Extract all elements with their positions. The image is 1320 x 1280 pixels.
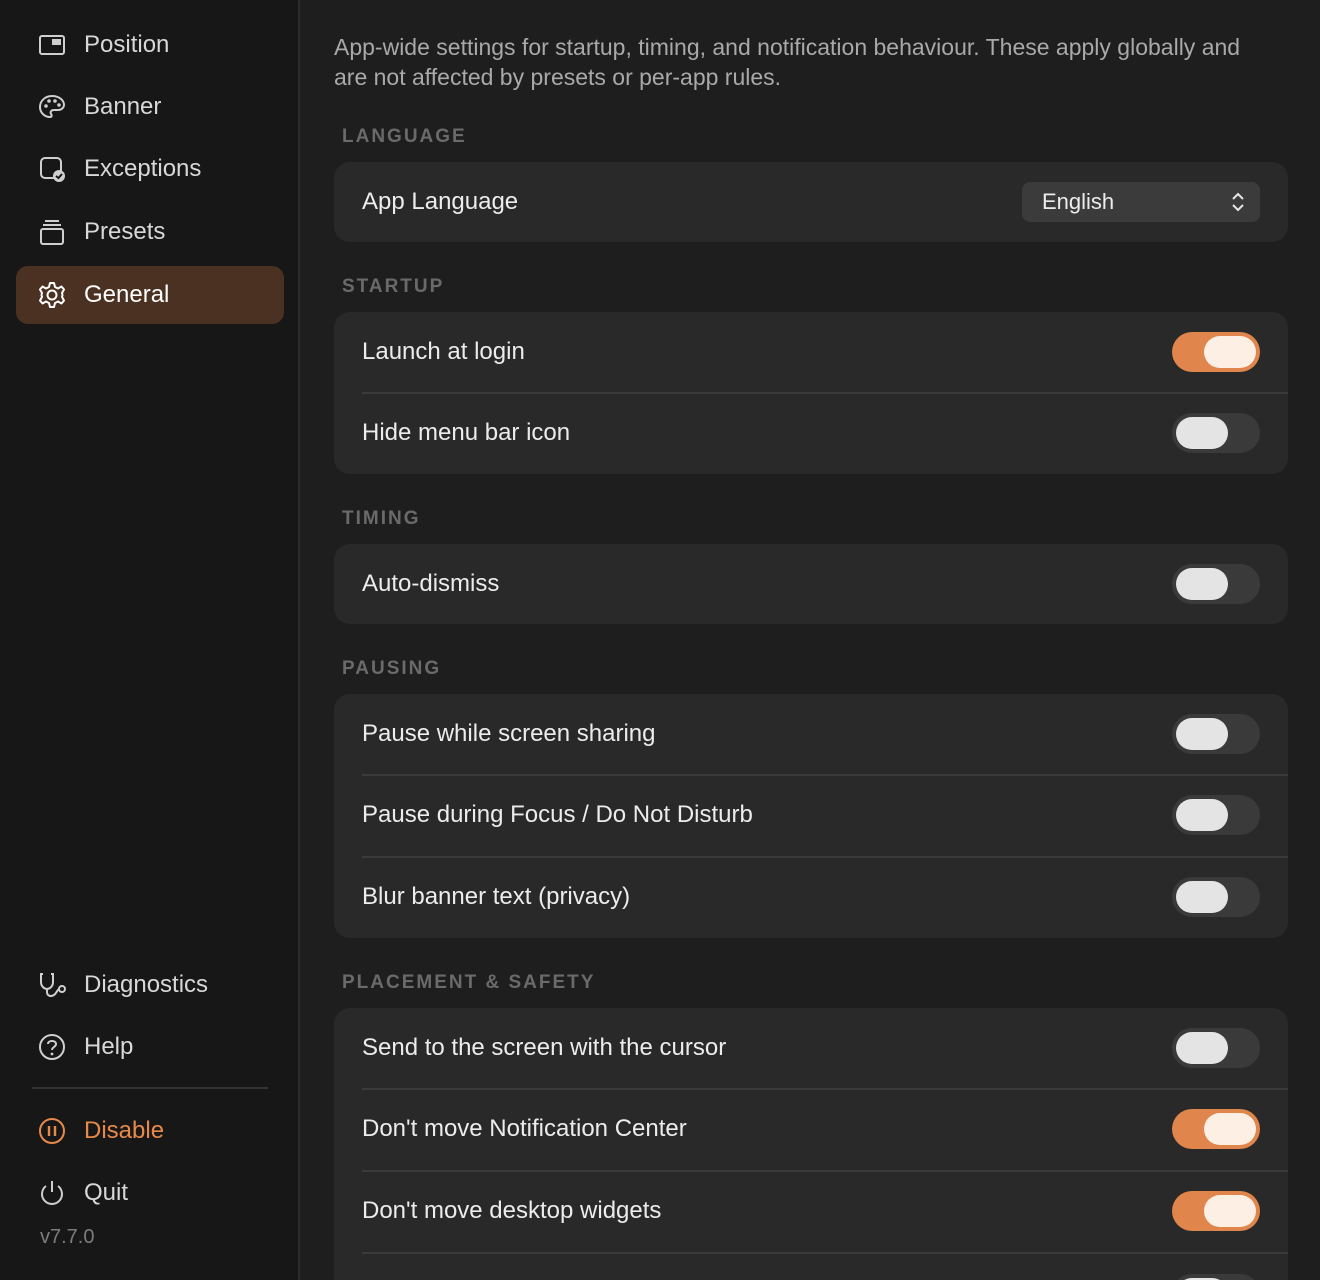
- sidebar-item-position[interactable]: Position: [16, 16, 284, 74]
- sidebar-item-label: Exceptions: [84, 155, 202, 182]
- sidebar-item-quit[interactable]: Quit: [16, 1164, 284, 1222]
- sidebar-item-label: General: [84, 281, 170, 308]
- section-title-timing: TIMING: [342, 508, 421, 529]
- stack-icon: [36, 216, 68, 248]
- app-language-label: App Language: [362, 188, 519, 215]
- toggle-knob: [1176, 881, 1228, 913]
- timing-card: Auto-dismiss: [334, 544, 1288, 624]
- dont-move-desktop-widgets-label: Don't move desktop widgets: [362, 1197, 662, 1224]
- settings-row-partial: [334, 1252, 1288, 1280]
- settings-row: Pause while screen sharing: [334, 694, 1288, 774]
- pause-icon: [36, 1115, 68, 1147]
- exceptions-icon: [36, 153, 68, 185]
- placement-safety-card: Send to the screen with the cursor Don't…: [334, 1008, 1288, 1280]
- sidebar-divider: [32, 1087, 268, 1089]
- settings-row: Don't move Notification Center: [334, 1088, 1288, 1170]
- window-position-icon: [36, 29, 68, 61]
- language-card: App Language English: [334, 162, 1288, 242]
- toggle-knob: [1176, 417, 1228, 449]
- dont-move-notification-center-label: Don't move Notification Center: [362, 1115, 687, 1142]
- general-settings-panel: App-wide settings for startup, timing, a…: [302, 0, 1320, 1280]
- send-to-cursor-screen-toggle[interactable]: [1172, 1028, 1260, 1068]
- settings-row: Auto-dismiss: [334, 544, 1288, 624]
- sidebar-item-general[interactable]: General: [16, 266, 284, 324]
- app-language-select[interactable]: English: [1022, 182, 1260, 222]
- stethoscope-icon: [36, 969, 68, 1001]
- sidebar-item-label: Banner: [84, 93, 162, 120]
- sidebar-item-diagnostics[interactable]: Diagnostics: [16, 956, 284, 1014]
- blur-banner-text-label: Blur banner text (privacy): [362, 883, 631, 910]
- sidebar: Position Banner Exceptions Presets Gener…: [0, 0, 300, 1280]
- section-title-placement-safety: PLACEMENT & SAFETY: [342, 972, 596, 993]
- section-title-language: LANGUAGE: [342, 126, 467, 147]
- sidebar-item-label: Position: [84, 31, 170, 58]
- section-title-pausing: PAUSING: [342, 658, 442, 679]
- hide-menu-bar-icon-toggle[interactable]: [1172, 413, 1260, 453]
- partial-toggle[interactable]: [1172, 1274, 1260, 1280]
- sidebar-item-label: Help: [84, 1033, 134, 1060]
- settings-row: Launch at login: [334, 312, 1288, 392]
- sidebar-item-label: Presets: [84, 218, 166, 245]
- settings-row: Hide menu bar icon: [334, 392, 1288, 474]
- toggle-knob: [1176, 1032, 1228, 1064]
- toggle-knob: [1204, 1113, 1256, 1145]
- help-icon: [36, 1031, 68, 1063]
- sidebar-item-presets[interactable]: Presets: [16, 203, 284, 261]
- pausing-card: Pause while screen sharing Pause during …: [334, 694, 1288, 938]
- launch-at-login-toggle[interactable]: [1172, 332, 1260, 372]
- sidebar-item-label: Quit: [84, 1179, 129, 1206]
- toggle-knob: [1204, 1195, 1256, 1227]
- sidebar-item-banner[interactable]: Banner: [16, 78, 284, 136]
- pause-screen-sharing-label: Pause while screen sharing: [362, 720, 656, 747]
- app-version: v7.7.0: [40, 1226, 95, 1248]
- toggle-knob: [1204, 336, 1256, 368]
- settings-row: Don't move desktop widgets: [334, 1170, 1288, 1252]
- palette-icon: [36, 91, 68, 123]
- sidebar-item-label: Disable: [84, 1117, 165, 1144]
- gear-icon: [36, 279, 68, 311]
- sidebar-item-exceptions[interactable]: Exceptions: [16, 140, 284, 198]
- hide-menu-bar-icon-label: Hide menu bar icon: [362, 419, 571, 446]
- settings-row: Pause during Focus / Do Not Disturb: [334, 774, 1288, 856]
- toggle-knob: [1176, 718, 1228, 750]
- startup-card: Launch at login Hide menu bar icon: [334, 312, 1288, 474]
- settings-row: Blur banner text (privacy): [334, 856, 1288, 938]
- sidebar-item-disable[interactable]: Disable: [16, 1102, 284, 1160]
- app-language-value: English: [1042, 189, 1115, 214]
- settings-row: App Language English: [334, 162, 1288, 242]
- sidebar-item-help[interactable]: Help: [16, 1018, 284, 1076]
- send-to-cursor-screen-label: Send to the screen with the cursor: [362, 1034, 727, 1061]
- toggle-knob: [1176, 799, 1228, 831]
- pause-focus-dnd-label: Pause during Focus / Do Not Disturb: [362, 801, 753, 828]
- chevron-updown-icon: [1232, 192, 1244, 212]
- section-title-startup: STARTUP: [342, 276, 445, 297]
- sidebar-item-label: Diagnostics: [84, 971, 209, 998]
- blur-banner-text-toggle[interactable]: [1172, 877, 1260, 917]
- launch-at-login-label: Launch at login: [362, 338, 525, 365]
- pause-focus-dnd-toggle[interactable]: [1172, 795, 1260, 835]
- toggle-knob: [1176, 568, 1228, 600]
- power-icon: [36, 1177, 68, 1209]
- page-description: App-wide settings for startup, timing, a…: [334, 34, 1241, 90]
- settings-row: Send to the screen with the cursor: [334, 1008, 1288, 1088]
- dont-move-notification-center-toggle[interactable]: [1172, 1109, 1260, 1149]
- dont-move-desktop-widgets-toggle[interactable]: [1172, 1191, 1260, 1231]
- pause-screen-sharing-toggle[interactable]: [1172, 714, 1260, 754]
- auto-dismiss-toggle[interactable]: [1172, 564, 1260, 604]
- auto-dismiss-label: Auto-dismiss: [362, 570, 500, 597]
